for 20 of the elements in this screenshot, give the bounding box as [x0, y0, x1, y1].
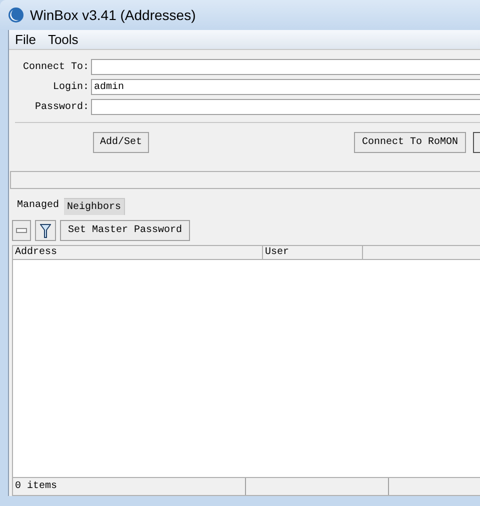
- tab[interactable]: Neighbors: [64, 198, 126, 215]
- column-header[interactable]: Address: [13, 246, 263, 259]
- set-master-password-button[interactable]: Set Master Password: [60, 220, 190, 241]
- field-label: Login:: [52, 80, 90, 94]
- menu-item[interactable]: Tools: [48, 30, 78, 50]
- field-label: Connect To:: [22, 60, 90, 74]
- connect-romon-button[interactable]: Connect To RoMON: [354, 132, 466, 153]
- input-field[interactable]: [91, 99, 480, 115]
- filter-button[interactable]: [35, 220, 56, 241]
- add-set-button[interactable]: Add/Set: [93, 132, 150, 153]
- window-title: WinBox v3.41 (Addresses): [30, 6, 196, 25]
- minus-icon: [16, 228, 27, 233]
- logo-icon: [8, 7, 24, 23]
- input-field[interactable]: admin: [91, 79, 480, 95]
- field-label: Password:: [34, 100, 90, 114]
- column-header[interactable]: User: [263, 246, 363, 259]
- input-field[interactable]: [91, 59, 480, 75]
- status-bar-cell: 0 items: [13, 478, 246, 495]
- menu-item[interactable]: File: [15, 30, 36, 50]
- filter-icon: [40, 224, 51, 238]
